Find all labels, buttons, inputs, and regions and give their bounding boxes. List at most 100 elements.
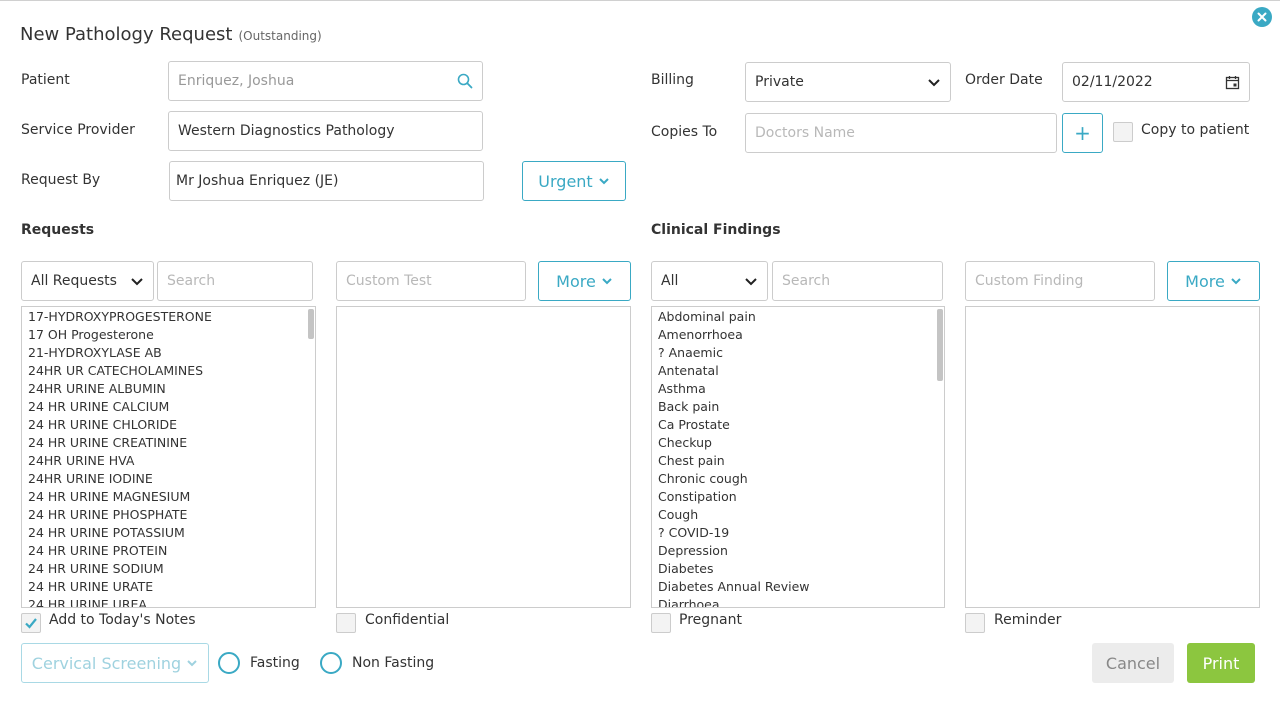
chevron-down-icon (745, 278, 757, 286)
clinical-findings-list[interactable]: Abdominal pain Amenorrhoea? Anaemic Antena… (651, 306, 945, 608)
non-fasting-radio[interactable] (320, 652, 342, 674)
list-item[interactable]: 21-HYDROXYLASE AB (22, 344, 315, 362)
requests-heading: Requests (21, 222, 95, 238)
list-item[interactable]: 24 HR URINE CALCIUM (22, 398, 315, 416)
list-item[interactable]: 24 HR URINE POTASSIUM (22, 524, 315, 542)
cervical-screening-label: Cervical Screening (31, 653, 182, 673)
custom-finding-input[interactable]: Custom Finding (965, 261, 1155, 301)
chevron-down-icon (598, 178, 609, 185)
chevron-down-icon (131, 278, 143, 286)
clinical-findings-heading: Clinical Findings (651, 222, 781, 238)
fasting-radio[interactable] (218, 652, 240, 674)
list-item[interactable]: 24 HR URINE URATE (22, 578, 315, 596)
list-item[interactable]: Asthma (652, 380, 944, 398)
billing-label: Billing (651, 72, 694, 88)
list-item[interactable]: 24 HR URINE MAGNESIUM (22, 488, 315, 506)
cancel-button[interactable]: Cancel (1092, 643, 1174, 683)
list-item[interactable]: Ca Prostate (652, 416, 944, 434)
custom-finding-placeholder: Custom Finding (975, 273, 1084, 289)
list-item[interactable]: Cough (652, 506, 944, 524)
requests-filter-value: All Requests (31, 273, 117, 289)
chevron-down-icon (602, 278, 612, 285)
selected-tests-list[interactable] (336, 306, 631, 608)
requests-filter-select[interactable]: All Requests (21, 261, 154, 301)
list-item[interactable]: Diabetes (652, 560, 944, 578)
list-item[interactable]: Diabetes Annual Review (652, 578, 944, 596)
selected-findings-list[interactable] (965, 306, 1260, 608)
list-item[interactable]: Depression (652, 542, 944, 560)
list-item[interactable]: 24 HR URINE UREA (22, 596, 315, 607)
list-item[interactable]: Chronic cough (652, 470, 944, 488)
clinical-more-button[interactable]: More (1167, 261, 1260, 301)
list-item[interactable]: 24 HR URINE PROTEIN (22, 542, 315, 560)
cancel-label: Cancel (1105, 653, 1161, 673)
copies-to-label: Copies To (651, 124, 718, 140)
chevron-down-icon (928, 79, 940, 87)
print-label: Print (1202, 653, 1240, 673)
request-by-label: Request By (21, 172, 101, 188)
confidential-checkbox[interactable] (336, 613, 356, 633)
request-by-value: Mr Joshua Enriquez (JE) (176, 173, 339, 189)
list-item[interactable]: Diarrhoea (652, 596, 944, 607)
list-item[interactable]: 24HR UR CATECHOLAMINES (22, 362, 315, 380)
patient-value: Enriquez, Joshua (178, 73, 295, 89)
top-divider (0, 0, 1280, 1)
print-button[interactable]: Print (1187, 643, 1255, 683)
list-item[interactable]: 24HR URINE ALBUMIN (22, 380, 315, 398)
requests-scrollbar[interactable] (308, 309, 314, 339)
add-copy-button[interactable]: + (1062, 113, 1103, 153)
fasting-label: Fasting (250, 655, 300, 671)
list-item[interactable]: 24HR URINE IODINE (22, 470, 315, 488)
add-to-notes-checkbox[interactable] (21, 613, 41, 633)
service-provider-label: Service Provider (21, 122, 135, 138)
list-item[interactable]: Back pain (652, 398, 944, 416)
close-button[interactable] (1252, 7, 1272, 27)
list-item[interactable]: 24 HR URINE SODIUM (22, 560, 315, 578)
requests-more-button[interactable]: More (538, 261, 631, 301)
urgency-label: Urgent (538, 171, 593, 191)
requests-search-placeholder: Search (167, 273, 216, 289)
list-item[interactable]: Constipation (652, 488, 944, 506)
patient-field[interactable]: Enriquez, Joshua (168, 61, 483, 101)
list-item[interactable]: Antenatal (652, 362, 944, 380)
list-item[interactable]: Checkup (652, 434, 944, 452)
service-provider-value: Western Diagnostics Pathology (178, 123, 395, 139)
cervical-screening-dropdown[interactable]: Cervical Screening (21, 643, 209, 683)
list-item[interactable]: ? COVID-19 (652, 524, 944, 542)
pregnant-checkbox[interactable] (651, 613, 671, 633)
reminder-label: Reminder (994, 612, 1062, 628)
list-item[interactable]: Abdominal pain (652, 308, 944, 326)
urgency-dropdown[interactable]: Urgent (522, 161, 626, 201)
list-item[interactable]: 24 HR URINE PHOSPHATE (22, 506, 315, 524)
copy-to-patient-label: Copy to patient (1141, 122, 1250, 138)
copy-to-patient-checkbox[interactable] (1113, 122, 1133, 142)
request-by-field[interactable]: Mr Joshua Enriquez (JE) (169, 161, 484, 201)
reminder-checkbox[interactable] (965, 613, 985, 633)
list-item[interactable]: 17 OH Progesterone (22, 326, 315, 344)
copies-to-input[interactable]: Doctors Name (745, 113, 1057, 153)
list-item[interactable]: 24 HR URINE CHLORIDE (22, 416, 315, 434)
list-item[interactable]: Amenorrhoea (652, 326, 944, 344)
close-icon (1257, 12, 1267, 22)
confidential-label: Confidential (365, 612, 450, 628)
list-item[interactable]: ? Anaemic (652, 344, 944, 362)
custom-test-placeholder: Custom Test (346, 273, 432, 289)
calendar-icon[interactable] (1225, 75, 1240, 90)
custom-test-input[interactable]: Custom Test (336, 261, 526, 301)
order-date-field[interactable]: 02/11/2022 (1062, 62, 1250, 102)
list-item[interactable]: 17-HYDROXYPROGESTERONE (22, 308, 315, 326)
add-to-notes-label: Add to Today's Notes (49, 612, 196, 628)
clinical-search-placeholder: Search (782, 273, 831, 289)
requests-list[interactable]: 17-HYDROXYPROGESTERONE 17 OH Progesterone… (21, 306, 316, 608)
clinical-search-input[interactable]: Search (772, 261, 943, 301)
clinical-scrollbar[interactable] (937, 309, 943, 381)
list-item[interactable]: 24 HR URINE CREATININE (22, 434, 315, 452)
billing-select[interactable]: Private (745, 62, 951, 102)
list-item[interactable]: 24HR URINE HVA (22, 452, 315, 470)
list-item[interactable]: Chest pain (652, 452, 944, 470)
copies-to-placeholder: Doctors Name (755, 125, 855, 141)
search-icon[interactable] (457, 73, 473, 89)
service-provider-field[interactable]: Western Diagnostics Pathology (168, 111, 483, 151)
clinical-filter-select[interactable]: All (651, 261, 768, 301)
requests-search-input[interactable]: Search (157, 261, 313, 301)
